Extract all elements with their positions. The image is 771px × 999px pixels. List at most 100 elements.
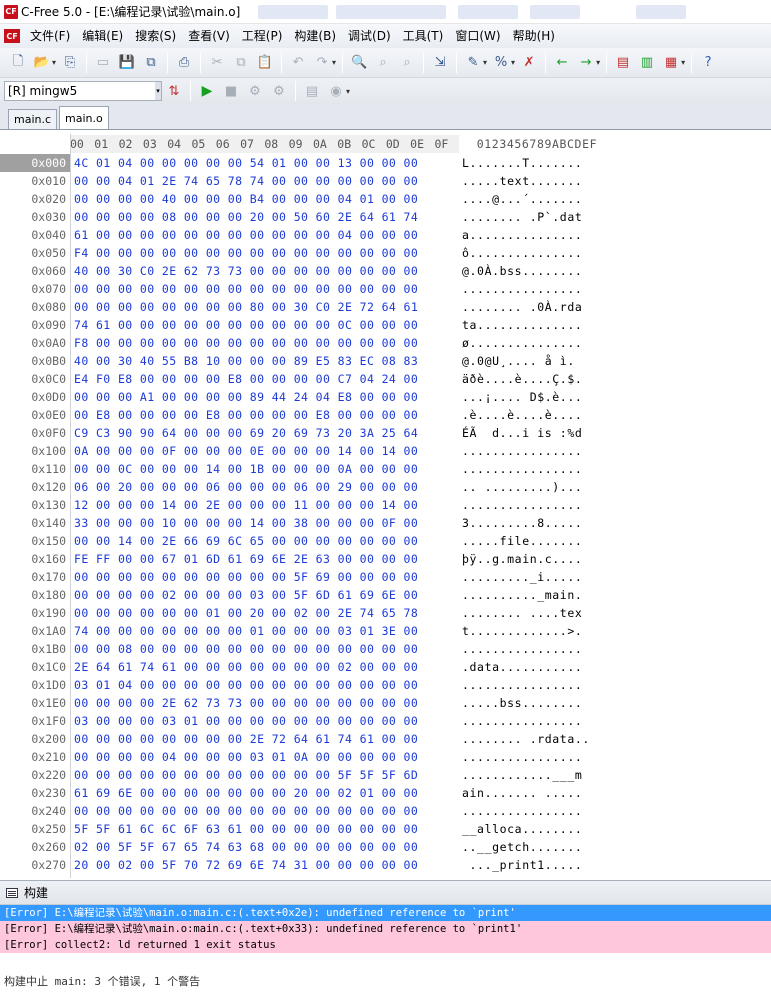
hex-row[interactable]: 0x010 00 00 04 01 2E 74 65 78 74 00 00 00…: [0, 172, 771, 190]
hex-row[interactable]: 0x060 40 00 30 C0 2E 62 73 73 00 00 00 00…: [0, 262, 771, 280]
menu-file[interactable]: 文件(F): [24, 26, 76, 46]
hex-row-bytes[interactable]: 40 00 30 C0 2E 62 73 73 00 00 00 00 00 0…: [70, 264, 462, 278]
hex-row[interactable]: 0x100 0A 00 00 00 0F 00 00 00 0E 00 00 00…: [0, 442, 771, 460]
run-icon[interactable]: ▶: [196, 80, 218, 102]
hex-row[interactable]: 0x190 00 00 00 00 00 00 01 00 20 00 02 00…: [0, 604, 771, 622]
hex-row[interactable]: 0x0C0 E4 F0 E8 00 00 00 00 E8 00 00 00 00…: [0, 370, 771, 388]
hex-row-ascii[interactable]: ..__getch.......: [462, 840, 582, 854]
hex-row-ascii[interactable]: ................: [462, 462, 582, 476]
tab-main-o[interactable]: main.o: [59, 106, 109, 129]
hex-row-ascii[interactable]: ........._i.....: [462, 570, 582, 584]
hex-row-ascii[interactable]: L.......T.......: [462, 156, 582, 170]
cut-icon[interactable]: ✂: [206, 52, 228, 74]
menu-project[interactable]: 工程(P): [236, 26, 289, 46]
hex-row-bytes[interactable]: 00 00 04 01 2E 74 65 78 74 00 00 00 00 0…: [70, 174, 462, 188]
hex-row[interactable]: 0x210 00 00 00 00 04 00 00 00 03 01 0A 00…: [0, 748, 771, 766]
hex-row-bytes[interactable]: 33 00 00 00 10 00 00 00 14 00 38 00 00 0…: [70, 516, 462, 530]
goto-line-icon[interactable]: ⇲: [429, 52, 451, 74]
rebuild-icon[interactable]: ⚙: [268, 80, 290, 102]
hex-row-ascii[interactable]: .........._main.: [462, 588, 582, 602]
add-to-project-icon[interactable]: ▥: [636, 52, 658, 74]
hex-row-ascii[interactable]: ................: [462, 804, 582, 818]
hex-row[interactable]: 0x230 61 69 6E 00 00 00 00 00 00 00 20 00…: [0, 784, 771, 802]
open-project-icon[interactable]: ⎘: [59, 52, 81, 74]
hex-row-ascii[interactable]: ...¡.... D$.è...: [462, 390, 582, 404]
hex-row[interactable]: 0x120 06 00 20 00 00 00 06 00 00 00 06 00…: [0, 478, 771, 496]
hex-row-bytes[interactable]: 00 00 0C 00 00 00 14 00 1B 00 00 00 0A 0…: [70, 462, 462, 476]
hex-row-ascii[interactable]: ........ .P`.dat: [462, 210, 582, 224]
hex-row-ascii[interactable]: .....text.......: [462, 174, 582, 188]
hex-row-ascii[interactable]: __alloca........: [462, 822, 582, 836]
back-arrow-icon[interactable]: ←: [551, 52, 573, 74]
hex-row-bytes[interactable]: 0A 00 00 00 0F 00 00 00 0E 00 00 00 14 0…: [70, 444, 462, 458]
menu-build[interactable]: 构建(B): [288, 26, 342, 46]
hex-row[interactable]: 0x070 00 00 00 00 00 00 00 00 00 00 00 00…: [0, 280, 771, 298]
hex-row-ascii[interactable]: ................: [462, 714, 582, 728]
hex-row[interactable]: 0x0E0 00 E8 00 00 00 00 E8 00 00 00 00 E8…: [0, 406, 771, 424]
hex-row-ascii[interactable]: ................: [462, 678, 582, 692]
hex-row-bytes[interactable]: 00 00 00 00 00 00 00 00 00 00 00 00 5F 5…: [70, 768, 462, 782]
hex-row-bytes[interactable]: 00 00 00 00 00 00 00 00 00 00 5F 69 00 0…: [70, 570, 462, 584]
open-folder-icon[interactable]: 📂: [31, 52, 53, 74]
undo-icon[interactable]: ↶: [287, 52, 309, 74]
debug-dropdown-icon[interactable]: ▾: [346, 87, 350, 96]
debug-options-icon[interactable]: ◉: [325, 80, 347, 102]
hex-row-bytes[interactable]: 61 69 6E 00 00 00 00 00 00 00 20 00 02 0…: [70, 786, 462, 800]
hex-row[interactable]: 0x150 00 00 14 00 2E 66 69 6C 65 00 00 00…: [0, 532, 771, 550]
hex-row[interactable]: 0x130 12 00 00 00 14 00 2E 00 00 00 11 00…: [0, 496, 771, 514]
menu-view[interactable]: 查看(V): [182, 26, 236, 46]
hex-row-bytes[interactable]: 00 00 00 00 00 00 00 00 2E 72 64 61 74 6…: [70, 732, 462, 746]
hex-row-bytes[interactable]: F8 00 00 00 00 00 00 00 00 00 00 00 00 0…: [70, 336, 462, 350]
debug-icon[interactable]: ▤: [301, 80, 323, 102]
hex-row-ascii[interactable]: ....@...´.......: [462, 192, 582, 206]
hex-row[interactable]: 0x180 00 00 00 00 02 00 00 00 03 00 5F 6D…: [0, 586, 771, 604]
hex-row-bytes[interactable]: E4 F0 E8 00 00 00 00 E8 00 00 00 00 C7 0…: [70, 372, 462, 386]
copy-icon[interactable]: ⧉: [230, 52, 252, 74]
hex-row[interactable]: 0x1E0 00 00 00 00 2E 62 73 73 00 00 00 00…: [0, 694, 771, 712]
print-icon[interactable]: ⎙: [173, 52, 195, 74]
chevron-down-icon[interactable]: ▾: [155, 82, 161, 100]
hex-row[interactable]: 0x170 00 00 00 00 00 00 00 00 00 00 5F 69…: [0, 568, 771, 586]
hex-row[interactable]: 0x000 4C 01 04 00 00 00 00 00 54 01 00 00…: [0, 154, 771, 172]
save-icon[interactable]: 💾: [116, 52, 138, 74]
hex-row-bytes[interactable]: FE FF 00 00 67 01 6D 61 69 6E 2E 63 00 0…: [70, 552, 462, 566]
toggle-bookmark-icon[interactable]: %: [490, 52, 512, 74]
hex-row-bytes[interactable]: 00 00 00 00 00 00 01 00 20 00 02 00 2E 7…: [70, 606, 462, 620]
hex-row[interactable]: 0x050 F4 00 00 00 00 00 00 00 00 00 00 00…: [0, 244, 771, 262]
hex-row-bytes[interactable]: 00 00 08 00 00 00 00 00 00 00 00 00 00 0…: [70, 642, 462, 656]
hex-row-ascii[interactable]: t.............>.: [462, 624, 582, 638]
hex-row-bytes[interactable]: 06 00 20 00 00 00 06 00 00 00 06 00 29 0…: [70, 480, 462, 494]
build-message[interactable]: [Error] E:\编程记录\试验\main.o:main.c:(.text+…: [0, 905, 771, 921]
hex-row-ascii[interactable]: ................: [462, 444, 582, 458]
hex-row-ascii[interactable]: @.0@U¸.... å ì.: [462, 354, 582, 368]
hex-row[interactable]: 0x0D0 00 00 00 A1 00 00 00 00 89 44 24 04…: [0, 388, 771, 406]
hex-row-ascii[interactable]: ÉÃ d...i is :%d: [462, 426, 582, 440]
hex-row-bytes[interactable]: 61 00 00 00 00 00 00 00 00 00 00 00 04 0…: [70, 228, 462, 242]
bookmark-dropdown-icon[interactable]: ▾: [483, 58, 487, 67]
help-icon[interactable]: ?: [697, 52, 719, 74]
build-icon[interactable]: ⚙: [244, 80, 266, 102]
menu-edit[interactable]: 编辑(E): [76, 26, 129, 46]
hex-row-ascii[interactable]: ................: [462, 282, 582, 296]
hex-row-bytes[interactable]: 5F 5F 61 6C 6C 6F 63 61 00 00 00 00 00 0…: [70, 822, 462, 836]
hex-row[interactable]: 0x080 00 00 00 00 00 00 00 00 80 00 30 C0…: [0, 298, 771, 316]
hex-row-ascii[interactable]: ................: [462, 750, 582, 764]
open-dropdown-icon[interactable]: ▾: [52, 58, 56, 67]
navigate-dropdown-icon[interactable]: ▾: [596, 58, 600, 67]
hex-row-ascii[interactable]: .è....è....è....: [462, 408, 582, 422]
hex-row-ascii[interactable]: þÿ..g.main.c....: [462, 552, 582, 566]
project-icon[interactable]: ▤: [612, 52, 634, 74]
hex-row-ascii[interactable]: ........ ....tex: [462, 606, 582, 620]
compiler-settings-icon[interactable]: ⇅: [163, 80, 185, 102]
hex-row-ascii[interactable]: .....file.......: [462, 534, 582, 548]
menu-tools[interactable]: 工具(T): [397, 26, 450, 46]
toggle-bookmark-dropdown-icon[interactable]: ▾: [511, 58, 515, 67]
hex-row-bytes[interactable]: 00 00 00 00 04 00 00 00 03 01 0A 00 00 0…: [70, 750, 462, 764]
remove-from-project-icon[interactable]: ▦: [660, 52, 682, 74]
hex-row[interactable]: 0x1A0 74 00 00 00 00 00 00 00 01 00 00 00…: [0, 622, 771, 640]
hex-row-ascii[interactable]: ........ .0À.rda: [462, 300, 582, 314]
menu-window[interactable]: 窗口(W): [449, 26, 506, 46]
hex-row[interactable]: 0x040 61 00 00 00 00 00 00 00 00 00 00 00…: [0, 226, 771, 244]
hex-row[interactable]: 0x0F0 C9 C3 90 90 64 00 00 00 69 20 69 73…: [0, 424, 771, 442]
hex-row-bytes[interactable]: 03 01 04 00 00 00 00 00 00 00 00 00 00 0…: [70, 678, 462, 692]
